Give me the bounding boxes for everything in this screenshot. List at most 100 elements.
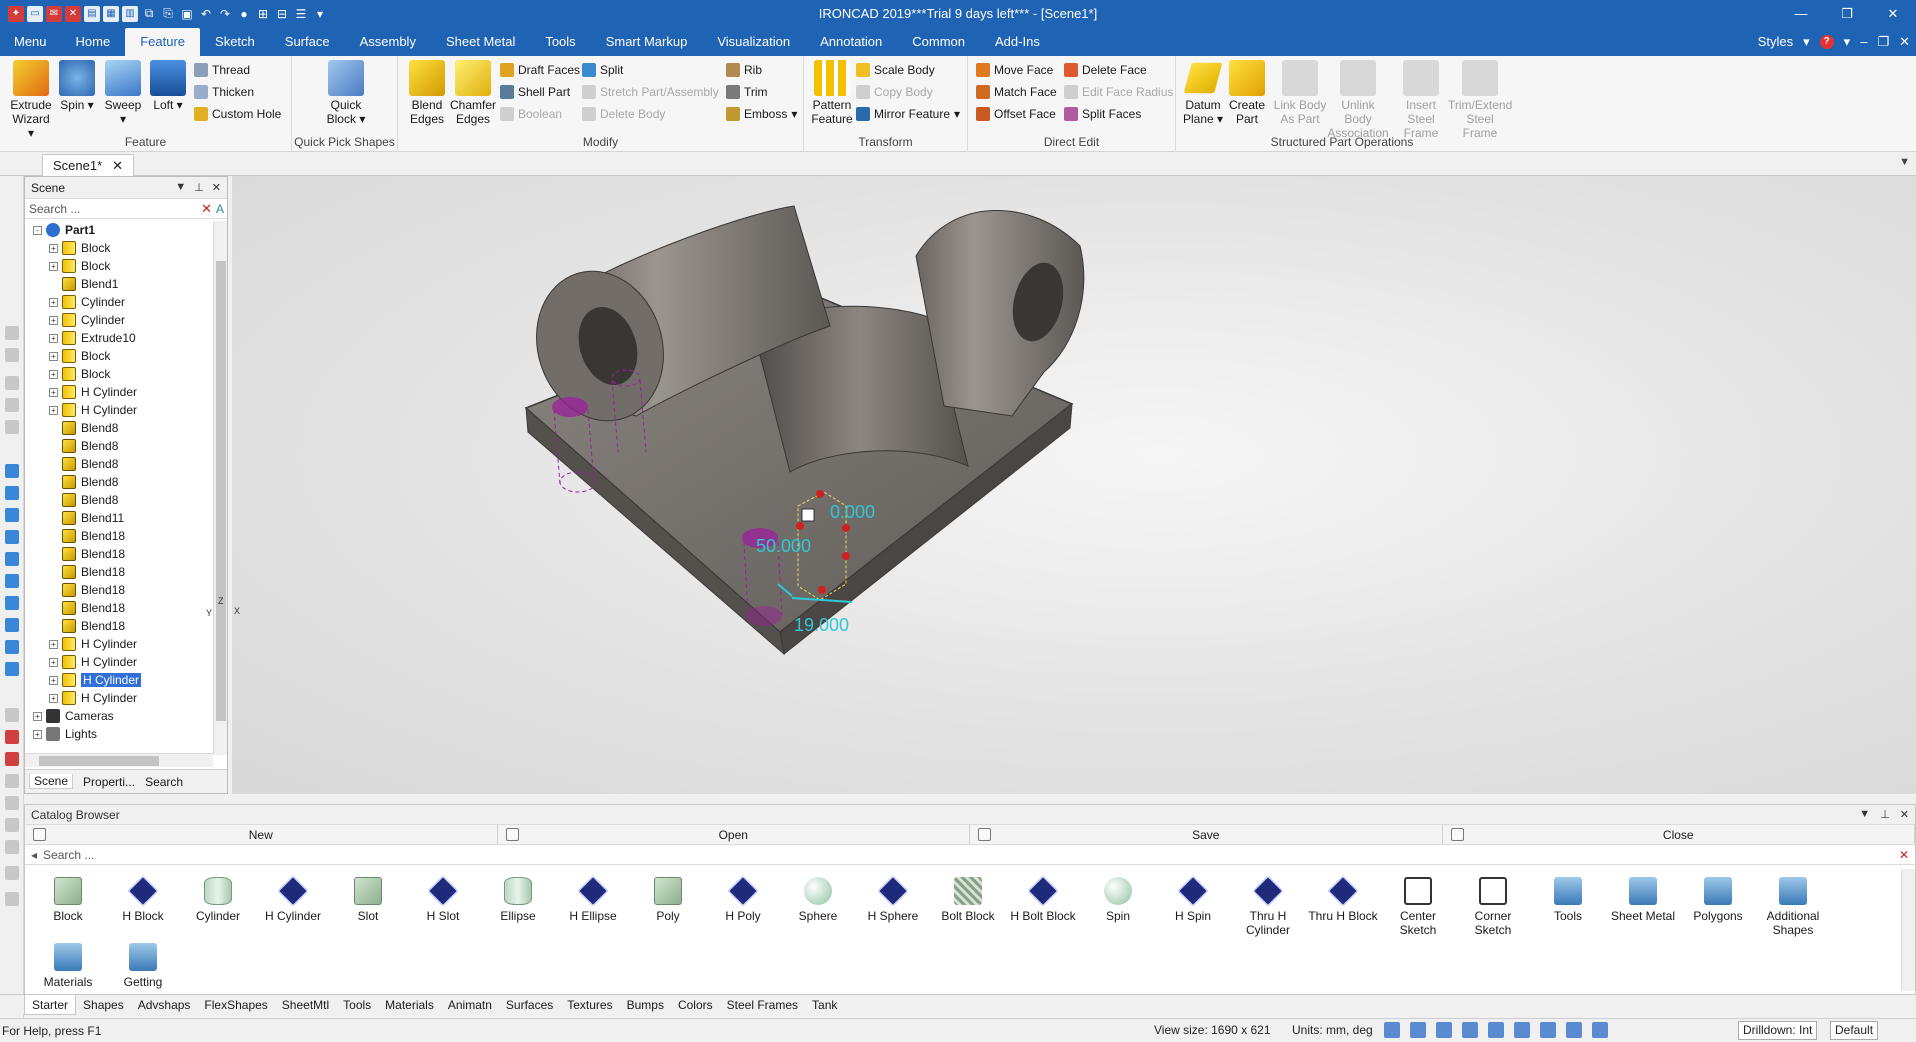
expand-toggle-icon[interactable]: + [49,261,58,271]
expand-toggle-icon[interactable]: + [33,711,42,721]
mail-icon[interactable]: ✉ [46,5,62,22]
close-icon[interactable]: ✕ [212,181,221,194]
tree-node[interactable]: Blend18 [49,617,125,635]
offset-face-button[interactable]: Offset Face [976,104,1056,124]
chevron-down-icon[interactable]: ▾ [1844,34,1851,50]
catalog-open-button[interactable]: Open [498,825,970,844]
tool-4-icon[interactable] [5,398,19,412]
catalog-item[interactable]: H Sphere [856,875,930,923]
tab-add-ins[interactable]: Add-Ins [980,27,1055,56]
tree-node[interactable]: + H Cylinder [49,671,142,689]
extrude-wizard-button[interactable]: Extrude Wizard ▾ [8,60,54,140]
catalog-tab[interactable]: Animatn [441,995,499,1015]
tool-3-icon[interactable] [5,376,19,390]
chevron-down-icon[interactable]: ▼ [1899,156,1910,168]
expand-toggle-icon[interactable]: + [49,243,58,253]
tree-node[interactable]: Blend8 [49,419,118,437]
styles-menu[interactable]: Styles [1758,34,1793,49]
tree-node[interactable]: Blend1 [49,275,118,293]
copy-icon[interactable]: ⧉ [141,6,157,22]
pin-icon[interactable]: ⊥ [194,181,204,194]
clear-search-icon[interactable]: ✕ [1899,848,1915,862]
zoom-icon[interactable] [1384,1022,1400,1038]
tool-19-icon[interactable] [5,774,19,788]
catalog-tab[interactable]: Tank [805,995,844,1015]
expand-toggle-icon[interactable]: + [49,639,58,649]
quick-block-button[interactable]: Quick Block ▾ [322,60,370,126]
scene-hscroll[interactable] [25,753,213,767]
tab-tools[interactable]: Tools [530,27,590,56]
stretch-button[interactable]: Stretch Part/Assembly [582,82,719,102]
tab-home[interactable]: Home [61,27,126,56]
tool-18-icon[interactable] [5,752,19,766]
catalog-tab[interactable]: Colors [671,995,720,1015]
dropdown-icon[interactable]: ▾ [312,6,328,22]
catalog-item[interactable]: Bolt Block [931,877,1005,923]
draft-faces-button[interactable]: Draft Faces [500,60,580,80]
loft-button[interactable]: Loft ▾ [146,60,190,112]
tool-23-icon[interactable] [5,866,19,880]
expand-toggle-icon[interactable]: + [49,657,58,667]
tree-node[interactable]: Blend18 [49,599,125,617]
catalog-item[interactable]: Additional Shapes [1756,877,1830,937]
tool-11-icon[interactable] [5,574,19,588]
thread-button[interactable]: Thread [194,60,250,80]
zoom-fit-icon[interactable] [1410,1022,1426,1038]
tree-node[interactable]: Blend8 [49,437,118,455]
expand-toggle-icon[interactable]: + [49,333,58,343]
tab-annotation[interactable]: Annotation [805,27,897,56]
match-face-button[interactable]: Match Face [976,82,1057,102]
export-icon[interactable]: ▥ [122,5,138,22]
catalog-tab[interactable]: Bumps [620,995,671,1015]
pin-icon[interactable]: ⊥ [1880,808,1890,821]
filter-icon[interactable] [1566,1022,1582,1038]
tree-node[interactable]: + H Cylinder [49,401,137,419]
catalog-tab[interactable]: Advshaps [131,995,198,1015]
catalog-tab[interactable]: Textures [560,995,619,1015]
tree-node[interactable]: + Cameras [33,707,114,725]
catalog-item[interactable]: Slot [331,877,405,923]
restore-icon[interactable]: ❐ [1824,0,1870,27]
catalog-item[interactable]: Spin [1081,877,1155,923]
close-icon[interactable]: ✕ [1900,808,1909,821]
render-icon[interactable] [1462,1022,1478,1038]
catalog-tab[interactable]: Tools [336,995,378,1015]
display-icon[interactable] [1488,1022,1504,1038]
save-icon[interactable]: ▤ [84,5,100,22]
expand-toggle-icon[interactable]: + [49,675,58,685]
custom-hole-button[interactable]: Custom Hole [194,104,281,124]
tree-node[interactable]: + Block [49,239,110,257]
tool-15-icon[interactable] [5,662,19,676]
tab-feature[interactable]: Feature [125,28,201,56]
close-icon[interactable]: ✕ [1870,0,1916,27]
tool-7-icon[interactable] [5,486,19,500]
print-icon[interactable]: ▦ [103,5,119,22]
tree-node[interactable]: Blend8 [49,455,118,473]
tab-visualization[interactable]: Visualization [702,27,805,56]
catalog-tab[interactable]: Steel Frames [720,995,805,1015]
boolean-button[interactable]: Boolean [500,104,562,124]
close-doc-x-icon[interactable]: ✕ [1899,34,1910,50]
tree-node[interactable]: Blend18 [49,581,125,599]
catalog-item[interactable]: Polygons [1681,877,1755,923]
tab-sheet-metal[interactable]: Sheet Metal [431,27,530,56]
expand-toggle-icon[interactable]: + [49,297,58,307]
grid-icon[interactable]: ⊞ [255,6,271,22]
catalog-item[interactable]: Thru H Block [1306,875,1380,923]
tree-node[interactable]: + H Cylinder [49,635,137,653]
expand-toggle-icon[interactable]: - [33,225,42,235]
model-render[interactable]: 0.000 50.000 19.000 [207,176,1916,794]
scroll-thumb[interactable] [216,261,226,721]
expand-toggle-icon[interactable]: + [49,351,58,361]
tool-6-icon[interactable] [5,464,19,478]
catalog-item[interactable]: Poly [631,877,705,923]
tree-node[interactable]: Blend18 [49,563,125,581]
catalog-item[interactable]: Sphere [781,877,855,923]
tree-node[interactable]: + Block [49,257,110,275]
tool-17-icon[interactable] [5,730,19,744]
orient-icon[interactable] [1514,1022,1530,1038]
move-face-button[interactable]: Move Face [976,60,1053,80]
undo-icon[interactable]: ↶ [198,6,214,22]
tool-5-icon[interactable] [5,420,19,434]
restore-doc-icon[interactable]: ❐ [1877,34,1889,50]
